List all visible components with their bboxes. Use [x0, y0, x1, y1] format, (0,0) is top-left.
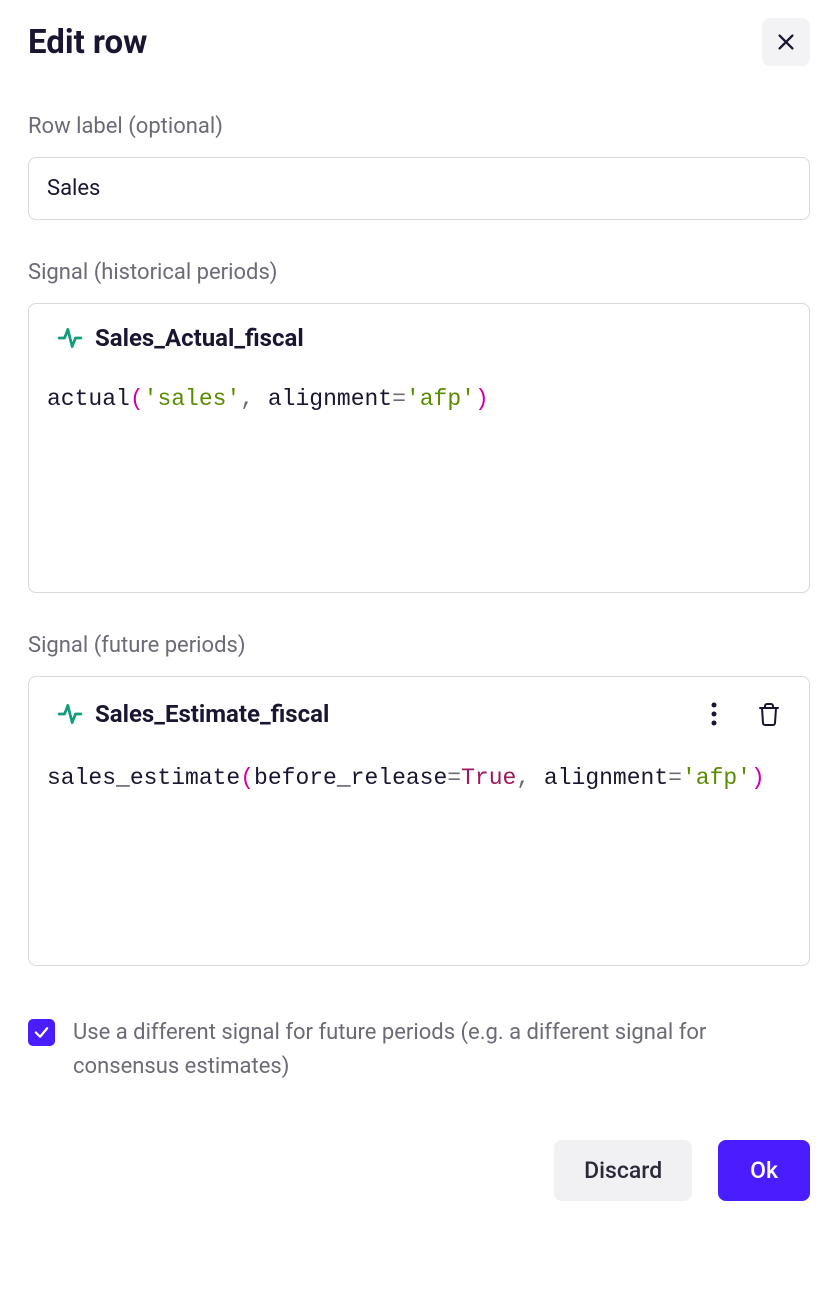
pulse-icon: [57, 325, 83, 351]
different-signal-checkbox[interactable]: [28, 1019, 55, 1046]
future-signal-box[interactable]: Sales_Estimate_fiscal: [28, 676, 810, 966]
historical-signal-name: Sales_Actual_fiscal: [95, 324, 304, 352]
historical-signal-label: Signal (historical periods): [28, 260, 810, 285]
check-icon: [33, 1024, 50, 1041]
pulse-icon: [57, 701, 83, 727]
more-options-button[interactable]: [707, 697, 721, 731]
page-title: Edit row: [28, 23, 147, 62]
row-label-input[interactable]: [28, 157, 810, 220]
historical-code[interactable]: actual('sales', alignment='afp'): [47, 380, 791, 419]
delete-button[interactable]: [753, 697, 785, 731]
more-vertical-icon: [711, 701, 717, 727]
historical-signal-box[interactable]: Sales_Actual_fiscal actual('sales', alig…: [28, 303, 810, 593]
row-label-label: Row label (optional): [28, 114, 810, 139]
close-button[interactable]: [762, 18, 810, 66]
discard-button[interactable]: Discard: [554, 1140, 692, 1201]
future-code[interactable]: sales_estimate(before_release=True, alig…: [47, 759, 791, 798]
future-signal-label: Signal (future periods): [28, 633, 810, 658]
different-signal-label: Use a different signal for future period…: [73, 1016, 810, 1084]
ok-button[interactable]: Ok: [718, 1140, 810, 1201]
close-icon: [775, 31, 797, 53]
trash-icon: [757, 701, 781, 727]
future-signal-name: Sales_Estimate_fiscal: [95, 700, 329, 728]
